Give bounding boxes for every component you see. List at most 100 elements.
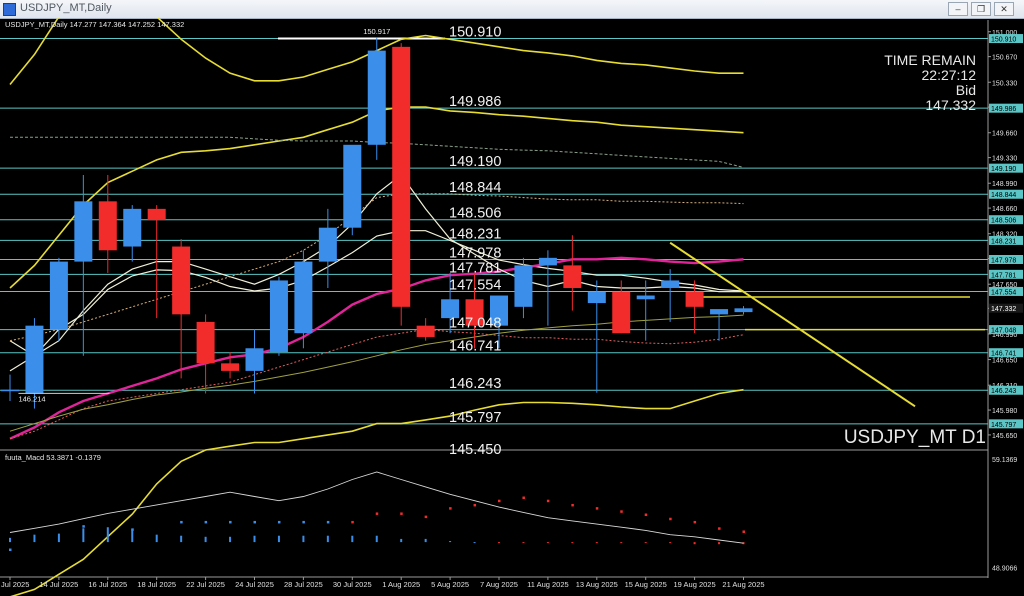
macd-histogram-bar: [669, 542, 672, 544]
price-level-tag-text: 148.506: [991, 218, 1016, 225]
close-icon[interactable]: ✕: [994, 2, 1014, 16]
bear-candle: [612, 291, 631, 334]
x-tick-label: 28 Jul 2025: [284, 580, 323, 589]
price-level-tag-text: 146.243: [991, 388, 1016, 395]
x-tick-label: 22 Jul 2025: [186, 580, 225, 589]
symbol-watermark: USDJPY_MT D1: [844, 427, 986, 448]
restore-icon[interactable]: ❐: [971, 2, 991, 16]
macd-signal-dot: [424, 515, 428, 519]
price-level-tag-text: 147.781: [991, 272, 1016, 279]
x-tick-label: 15 Aug 2025: [625, 580, 667, 589]
bear-candle: [685, 291, 704, 307]
y-tick-label: 145.980: [992, 408, 1017, 415]
minimize-icon[interactable]: –: [948, 2, 968, 16]
y-axis: 151.000150.670150.330150.000149.660149.3…: [988, 30, 1023, 440]
bear-candle: [172, 246, 191, 315]
macd-signal-dot: [326, 520, 330, 524]
macd-histogram-bar: [131, 529, 134, 543]
band-lower-outer: [10, 388, 744, 596]
window-titlebar[interactable]: USDJPY_MT,Daily – ❐ ✕: [0, 0, 1024, 19]
bear-candle: [196, 321, 215, 364]
ma-red-dotted: [9, 328, 744, 440]
x-tick-label: 11 Aug 2025: [527, 580, 569, 589]
trend-line: [669, 241, 916, 408]
y-tick-label: 149.330: [992, 156, 1017, 163]
macd-signal-dot: [473, 503, 477, 507]
macd-axis-label: 48.9066: [992, 566, 1017, 573]
price-level-label: 146.741: [449, 339, 501, 355]
bull-candle: [269, 280, 288, 353]
y-tick-label: 146.650: [992, 358, 1017, 365]
macd-histogram-bar: [424, 538, 427, 543]
ma-orange-dotted: [9, 193, 744, 342]
price-level-label: 147.781: [449, 260, 501, 276]
price-level-label: 149.190: [449, 154, 501, 170]
macd-histogram-bar: [33, 534, 36, 543]
x-tick-label: 24 Jul 2025: [235, 580, 274, 589]
macd-signal-dot: [498, 499, 501, 503]
high-marker: 150.917: [363, 27, 390, 36]
bear-candle: [98, 201, 117, 251]
ma-fast-line: [9, 174, 744, 357]
macd-histogram-bar: [277, 535, 280, 543]
price-chart[interactable]: 150.910 149.986 149.190 148.844 148.506 148.2…: [0, 18, 1024, 596]
macd-histogram-bar: [375, 535, 378, 543]
bull-candle: [587, 291, 606, 304]
macd-signal-dot: [742, 530, 745, 533]
macd-histogram-bar: [473, 542, 476, 544]
macd-signal-dot: [131, 528, 134, 531]
bull-candle: [74, 201, 93, 262]
price-level-label: 147.978: [449, 245, 501, 261]
price-level-tag-text: 149.190: [991, 166, 1016, 173]
x-tick-label: 7 Aug 2025: [480, 580, 518, 589]
x-tick-label: 30 Jul 2025: [333, 580, 372, 589]
macd-histogram-bar: [595, 542, 598, 544]
bear-candle: [392, 46, 411, 307]
price-level-label: 149.986: [449, 94, 501, 110]
bull-candle: [367, 50, 386, 145]
macd-histogram-bar: [204, 536, 207, 543]
chart-window: USDJPY_MT,Daily – ❐ ✕ 150.910 149.986 149.…: [0, 0, 1024, 596]
macd-signal-dot: [9, 548, 12, 552]
time-remain-label: TIME REMAIN: [884, 52, 976, 68]
macd-histogram-bar: [229, 536, 232, 543]
bull-candle: [245, 348, 264, 371]
bull-candle: [636, 295, 655, 300]
bull-candle: [318, 227, 337, 262]
macd-signal-dot: [253, 520, 256, 524]
macd-signal-dot: [718, 527, 721, 530]
macd-histogram-bar: [57, 533, 60, 543]
macd-histogram-bar: [449, 541, 452, 543]
macd-axis-label: 59.1369: [992, 457, 1017, 464]
macd-title: fuuta_Macd 53.3871 -0.1379: [5, 453, 101, 462]
bull-candle: [538, 257, 557, 266]
macd-histogram-bar: [644, 542, 647, 544]
x-tick-label: 21 Aug 2025: [722, 580, 764, 589]
bull-candle: [734, 308, 753, 313]
macd-signal-dot: [82, 525, 85, 528]
window-title: USDJPY_MT,Daily: [20, 2, 112, 14]
ma-olive-line: [9, 314, 744, 432]
price-level-label: 150.910: [449, 25, 501, 41]
price-level-label: 148.231: [449, 226, 501, 242]
x-tick-label: 5 Aug 2025: [431, 580, 469, 589]
price-level-tag-text: 147.978: [991, 257, 1016, 264]
bull-candle: [49, 261, 68, 330]
low-marker: 146.214: [18, 394, 45, 403]
macd-signal-dot: [351, 520, 354, 524]
y-tick-label: 148.990: [992, 181, 1017, 188]
y-tick-label: 148.660: [992, 206, 1017, 213]
macd-signal-dot: [571, 503, 574, 507]
bull-candle: [123, 208, 142, 247]
price-level-tag-text: 148.844: [991, 192, 1016, 199]
macd-histogram-bar: [522, 542, 525, 544]
price-level-label: 148.506: [449, 206, 501, 222]
macd-histogram-bar: [180, 535, 183, 543]
macd-signal-dot: [180, 520, 183, 524]
x-tick-label: 19 Aug 2025: [674, 580, 716, 589]
macd-histogram-bar: [351, 535, 354, 543]
ma-magenta-line: [9, 256, 744, 440]
bull-candle: [710, 309, 729, 315]
macd-signal-dot: [400, 512, 403, 515]
macd-histogram-bar: [693, 542, 696, 545]
